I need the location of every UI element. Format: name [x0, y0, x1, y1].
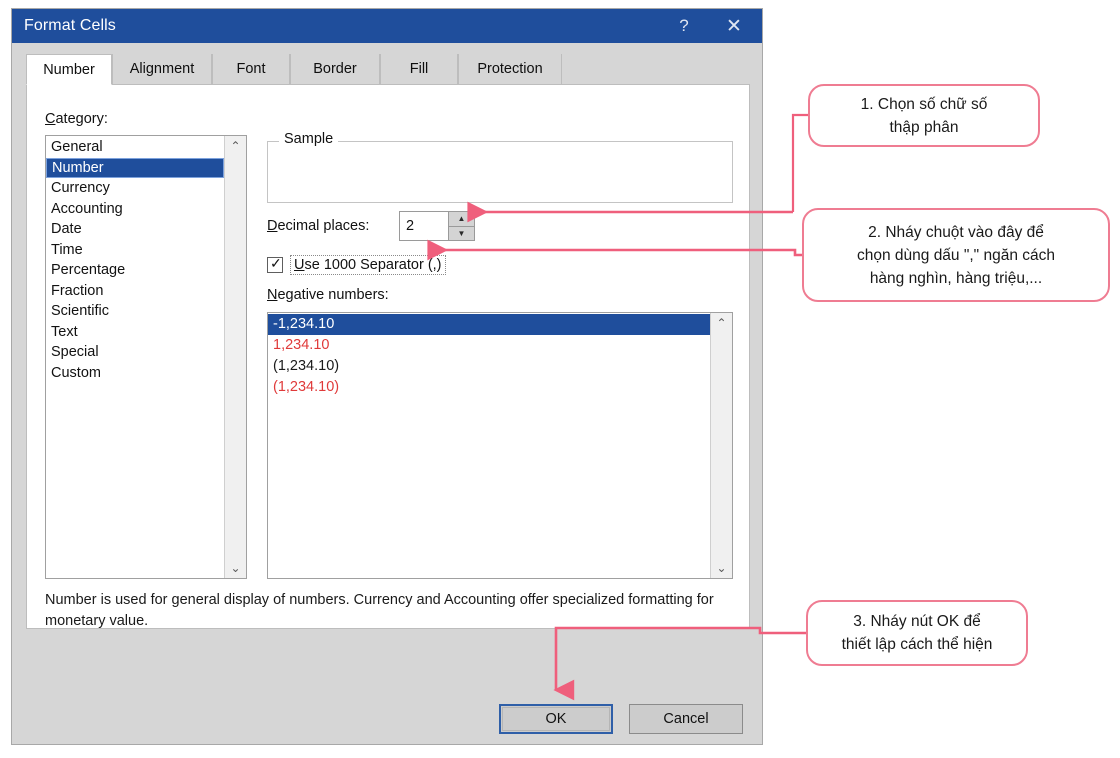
tab-fill[interactable]: Fill — [380, 54, 458, 84]
use-1000-separator-label[interactable]: Use 1000 Separator (,) — [290, 255, 446, 275]
sample-groupbox — [267, 141, 733, 203]
annotation-callout-1: 1. Chọn số chữ số thập phân — [808, 84, 1040, 147]
cancel-button[interactable]: Cancel — [629, 704, 743, 734]
use-1000-separator-checkbox[interactable]: ✓ — [267, 255, 283, 273]
tab-alignment[interactable]: Alignment — [112, 54, 212, 84]
category-item-accounting[interactable]: Accounting — [46, 199, 224, 220]
decimal-places-input[interactable]: 2 — [400, 212, 448, 240]
chevron-down-icon[interactable]: ⌄ — [225, 558, 246, 578]
annotation-3-line-2: thiết lập cách thể hiện — [841, 636, 993, 653]
category-item-text[interactable]: Text — [46, 322, 224, 343]
spin-up-icon[interactable]: ▲ — [449, 212, 474, 227]
sample-legend: Sample — [279, 131, 339, 147]
category-item-custom[interactable]: Custom — [46, 363, 224, 384]
category-item-scientific[interactable]: Scientific — [46, 301, 224, 322]
ok-button-label: OK — [502, 707, 610, 731]
category-item-time[interactable]: Time — [46, 240, 224, 261]
negative-item-1[interactable]: 1,234.10 — [268, 335, 710, 356]
tab-border[interactable]: Border — [290, 54, 380, 84]
annotation-1-line-1: 1. Chọn số chữ số — [860, 95, 988, 113]
dialog-title: Format Cells — [24, 17, 116, 34]
tab-protection[interactable]: Protection — [458, 54, 562, 84]
category-item-general[interactable]: General — [46, 137, 224, 158]
category-item-currency[interactable]: Currency — [46, 178, 224, 199]
tab-strip: Number Alignment Font Border Fill Protec… — [26, 54, 750, 85]
category-description: Number is used for general display of nu… — [45, 592, 714, 629]
annotation-2-line-3: hàng nghìn, hàng triệu,... — [869, 269, 1043, 287]
format-cells-dialog: Format Cells ? ✕ Number Alignment Font B… — [11, 8, 763, 745]
category-item-fraction[interactable]: Fraction — [46, 281, 224, 302]
category-listbox[interactable]: General Number Currency Accounting Date … — [45, 135, 247, 579]
tab-font[interactable]: Font — [212, 54, 290, 84]
annotation-callout-2: 2. Nháy chuột vào đây để chọn dùng dấu "… — [802, 208, 1110, 302]
tab-number[interactable]: Number — [26, 54, 112, 85]
negative-numbers-scrollbar[interactable]: ⌃ ⌄ — [710, 313, 732, 578]
category-item-percentage[interactable]: Percentage — [46, 260, 224, 281]
chevron-up-icon[interactable]: ⌃ — [225, 136, 246, 156]
use-1000-separator-row[interactable]: ✓ Use 1000 Separator (,) — [267, 255, 446, 275]
negative-item-container: -1,234.10 1,234.10 (1,234.10) (1,234.10) — [268, 313, 710, 578]
category-item-date[interactable]: Date — [46, 219, 224, 240]
decimal-places-stepper[interactable]: 2 ▲ ▼ — [399, 211, 475, 241]
chevron-up-icon[interactable]: ⌃ — [711, 313, 732, 333]
chevron-down-icon[interactable]: ⌄ — [711, 558, 732, 578]
check-icon: ✓ — [270, 255, 282, 271]
category-item-container: General Number Currency Accounting Date … — [46, 136, 224, 578]
annotation-callout-3: 3. Nháy nút OK để thiết lập cách thể hiệ… — [806, 600, 1028, 666]
category-scrollbar[interactable]: ⌃ ⌄ — [224, 136, 246, 578]
close-icon[interactable]: ✕ — [712, 9, 756, 43]
annotation-3-line-1: 3. Nháy nút OK để — [853, 613, 981, 630]
negative-item-0[interactable]: -1,234.10 — [268, 314, 710, 335]
dialog-footer: OK Cancel — [12, 699, 762, 746]
dialog-titlebar: Format Cells ? ✕ — [12, 9, 762, 43]
annotation-2-line-2: chọn dùng dấu "," ngăn cách — [856, 246, 1056, 264]
connector-line-1 — [791, 113, 808, 212]
category-item-special[interactable]: Special — [46, 342, 224, 363]
spinner-buttons: ▲ ▼ — [448, 212, 474, 240]
spin-down-icon[interactable]: ▼ — [449, 226, 474, 240]
negative-numbers-label: Negative numbers: — [267, 287, 389, 303]
category-item-number[interactable]: Number — [46, 157, 224, 178]
ok-button[interactable]: OK — [499, 704, 613, 734]
number-tab-page: Category: General Number Currency Accoun… — [26, 84, 750, 629]
annotation-2-line-1: 2. Nháy chuột vào đây để — [868, 223, 1044, 241]
category-label: Category: — [45, 111, 108, 127]
annotation-1-line-2: thập phân — [889, 118, 959, 136]
help-icon[interactable]: ? — [662, 9, 706, 43]
negative-numbers-listbox[interactable]: -1,234.10 1,234.10 (1,234.10) (1,234.10)… — [267, 312, 733, 579]
negative-item-2[interactable]: (1,234.10) — [268, 356, 710, 377]
decimal-places-label: Decimal places: — [267, 218, 370, 234]
negative-item-3[interactable]: (1,234.10) — [268, 377, 710, 398]
